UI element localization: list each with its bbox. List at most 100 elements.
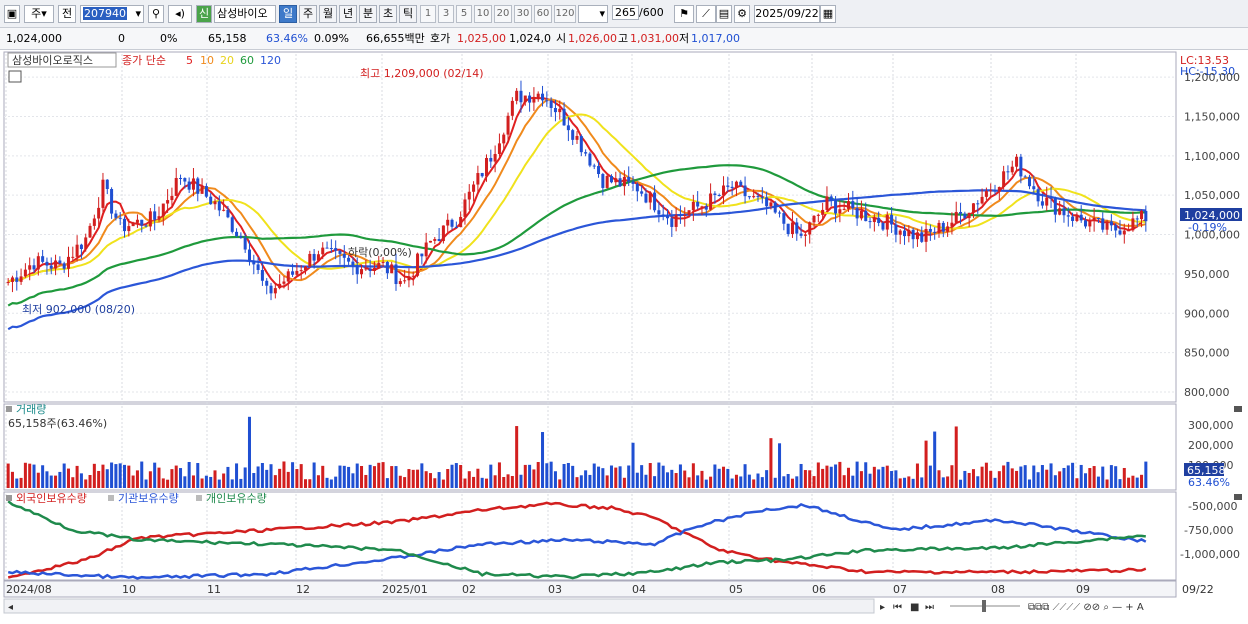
candle-body bbox=[760, 197, 764, 199]
candle-body bbox=[489, 157, 493, 162]
candle-body bbox=[920, 232, 924, 242]
tab-second[interactable]: 초 bbox=[379, 5, 397, 23]
candle-body bbox=[773, 202, 777, 213]
forward-icon[interactable]: ⏭ bbox=[925, 602, 934, 613]
interval-dropdown[interactable]: ▾ bbox=[578, 5, 608, 23]
tab-day[interactable]: 일 bbox=[279, 5, 297, 23]
volume-bar bbox=[541, 432, 545, 488]
chart-area[interactable]: 삼성바이오로직스 종가 단순 5 10 20 60 120 최고 1,209,0… bbox=[0, 50, 1248, 621]
candle-body bbox=[308, 253, 312, 267]
search-icon[interactable]: ⚲ bbox=[148, 5, 164, 23]
candle-body bbox=[752, 196, 756, 198]
candle-body bbox=[541, 93, 545, 101]
candle-body bbox=[1049, 197, 1053, 199]
table-icon[interactable] bbox=[8, 70, 22, 83]
interval-10[interactable]: 10 bbox=[474, 5, 492, 23]
zoom-slider-handle[interactable] bbox=[982, 600, 986, 612]
volume-bar bbox=[566, 462, 570, 488]
candle-body bbox=[1118, 230, 1122, 235]
date-input[interactable]: 2025/09/22 bbox=[754, 5, 820, 23]
volume-bar bbox=[722, 466, 726, 488]
candle-body bbox=[179, 177, 183, 179]
volume-value: 65,158 bbox=[208, 32, 247, 45]
change-percent: 0% bbox=[160, 32, 178, 45]
volume-bar bbox=[1058, 471, 1062, 488]
tab-tick[interactable]: 틱 bbox=[399, 5, 417, 23]
volume-bar bbox=[454, 463, 458, 488]
candle-body bbox=[756, 196, 760, 198]
tab-month[interactable]: 월 bbox=[319, 5, 337, 23]
volume-bar bbox=[381, 462, 385, 488]
stop-icon[interactable]: ■ bbox=[910, 602, 919, 613]
count-display[interactable]: 265/600 bbox=[612, 5, 668, 23]
candle-body bbox=[166, 200, 170, 204]
speaker-icon[interactable]: ◂) bbox=[168, 5, 192, 23]
volume-bar bbox=[536, 462, 540, 488]
candle-body bbox=[230, 217, 234, 232]
scrollbar-track[interactable] bbox=[3, 598, 875, 614]
period-select[interactable]: 주▾ bbox=[24, 5, 54, 23]
volume-bar bbox=[584, 470, 588, 488]
rewind-icon[interactable]: ⏮ bbox=[893, 602, 902, 613]
candle-body bbox=[316, 254, 320, 261]
volume-bar bbox=[855, 461, 859, 488]
volume-bar bbox=[32, 464, 36, 488]
settings-flag-icon[interactable]: ⚑ bbox=[674, 5, 694, 23]
stock-name[interactable]: 삼성바이오 bbox=[214, 5, 276, 23]
stock-chart[interactable]: 삼성바이오로직스 종가 단순 5 10 20 60 120 최고 1,209,0… bbox=[0, 50, 1248, 621]
open-price: 1,026,00 bbox=[568, 32, 617, 45]
volume-bar bbox=[1092, 466, 1096, 488]
interval-30[interactable]: 30 bbox=[514, 5, 532, 23]
tab-week[interactable]: 주 bbox=[299, 5, 317, 23]
volume-bar bbox=[510, 475, 514, 488]
candle-body bbox=[967, 212, 971, 219]
prev-button[interactable]: 전 bbox=[58, 5, 76, 23]
volume-bar bbox=[1075, 478, 1079, 488]
interval-3[interactable]: 3 bbox=[438, 5, 454, 23]
scroll-left-icon[interactable]: ◂ bbox=[8, 602, 13, 613]
volume-bar bbox=[15, 478, 19, 488]
candle-body bbox=[614, 178, 618, 183]
interval-60[interactable]: 60 bbox=[534, 5, 552, 23]
code-input[interactable]: 207940 ▾ bbox=[80, 5, 144, 23]
volume-bar bbox=[497, 462, 501, 488]
tab-year[interactable]: 년 bbox=[339, 5, 357, 23]
candle-body bbox=[515, 90, 519, 101]
candle-body bbox=[278, 283, 282, 289]
candle-body bbox=[846, 201, 851, 209]
volume-bar bbox=[144, 479, 148, 488]
volume-bar bbox=[911, 478, 915, 488]
volume-bar bbox=[338, 465, 342, 488]
vol-tick-1: 200,000 bbox=[1188, 439, 1234, 452]
scroll-right-icon[interactable]: ▸ bbox=[880, 602, 885, 613]
tab-minute[interactable]: 분 bbox=[359, 5, 377, 23]
candle-body bbox=[726, 185, 730, 187]
volume-bar bbox=[838, 461, 842, 488]
volume-bar bbox=[640, 465, 644, 488]
volume-bar bbox=[959, 479, 963, 488]
price-tick: 850,000 bbox=[1184, 347, 1230, 360]
volume-bar bbox=[734, 474, 738, 488]
tool-icons[interactable]: ⧉⧉⧉ ⟋⟋⟋⟋ ⊘⊘ ⌕ — + A bbox=[1028, 602, 1144, 613]
interval-20[interactable]: 20 bbox=[494, 5, 512, 23]
interval-5[interactable]: 5 bbox=[456, 5, 472, 23]
save-icon[interactable]: ▤ bbox=[716, 5, 732, 23]
volume-bar bbox=[329, 479, 333, 488]
draw-line-icon[interactable]: ⟋ bbox=[696, 5, 716, 23]
candle-body bbox=[1135, 218, 1139, 220]
volume-bar bbox=[1023, 465, 1027, 488]
interval-1[interactable]: 1 bbox=[420, 5, 436, 23]
candle-body bbox=[127, 226, 131, 232]
interval-120[interactable]: 120 bbox=[554, 5, 576, 23]
legend-sep-icon bbox=[108, 495, 114, 501]
candle-body bbox=[1036, 189, 1040, 202]
volume-bar bbox=[153, 462, 157, 488]
calendar-icon[interactable]: ▦ bbox=[820, 5, 836, 23]
candle-body bbox=[997, 187, 1001, 192]
volume-bar bbox=[924, 440, 928, 488]
candle-body bbox=[446, 219, 450, 226]
gear-icon[interactable]: ⚙ bbox=[734, 5, 750, 23]
panel-close-icon[interactable] bbox=[1234, 406, 1242, 412]
volume-bar bbox=[661, 465, 665, 488]
chart-icon[interactable]: ▣ bbox=[4, 5, 20, 23]
